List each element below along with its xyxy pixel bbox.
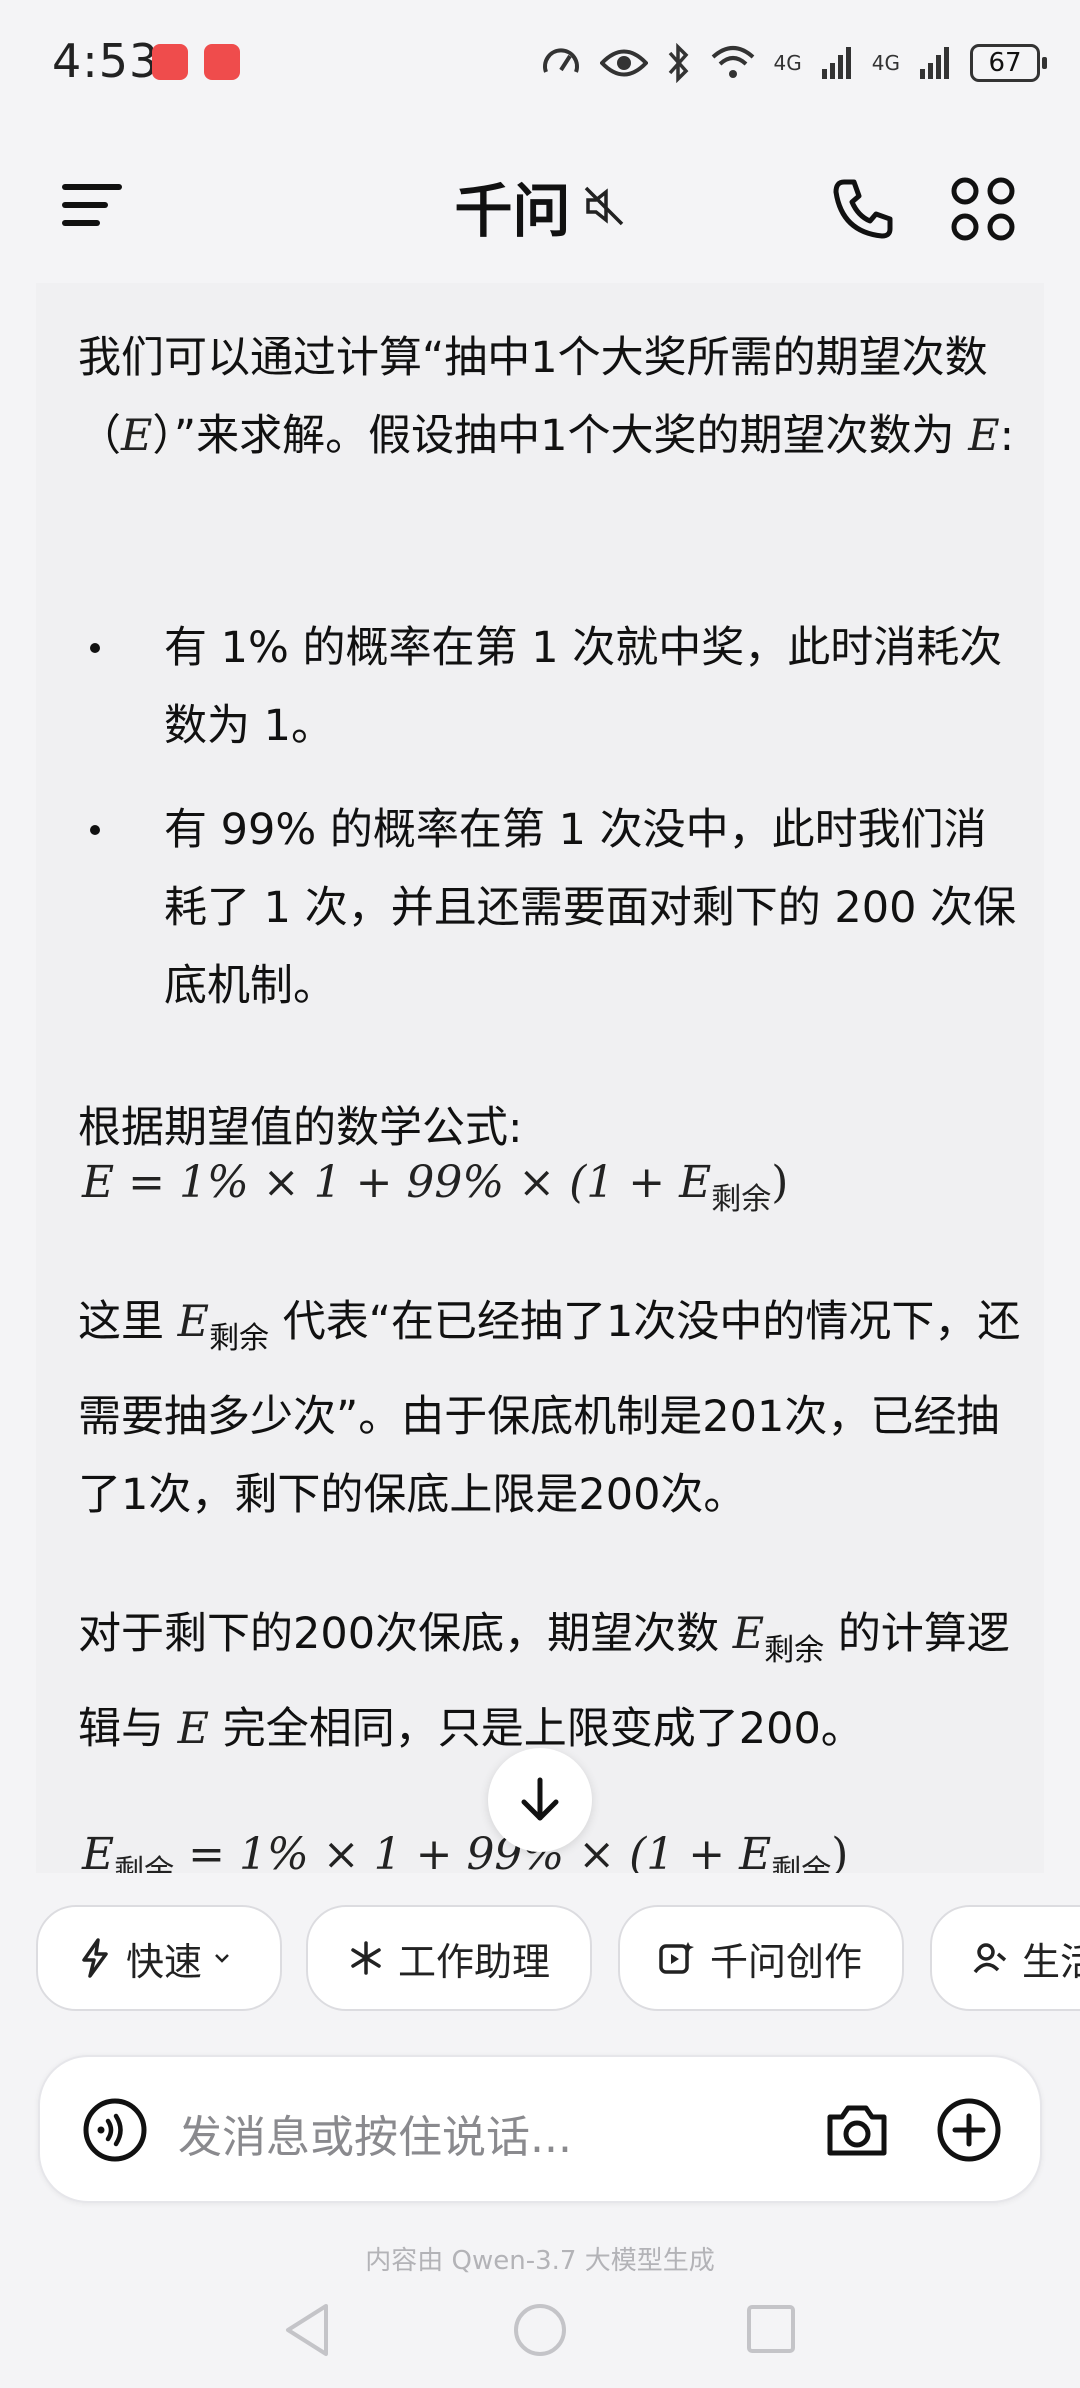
home-nav-icon[interactable] <box>510 2300 570 2360</box>
signal-icon-2 <box>920 47 949 79</box>
speed-icon <box>542 48 579 73</box>
list-item: 有 99% 的概率在第 1 次没中，此时我们消耗了 1 次，并且还需要面对剩下的… <box>78 791 1028 1025</box>
chip-label: 工作助理 <box>398 1939 551 1984</box>
math-var: E <box>968 411 1000 461</box>
math-var: E <box>732 1609 765 1659</box>
bullet-text: 有 1% 的概率在第 1 次就中奖，此时消耗次数为 1。 <box>164 623 1003 751</box>
camera-button[interactable] <box>822 2095 892 2165</box>
p4-start: 对于剩下的200次保底，期望次数 <box>78 1609 720 1659</box>
mute-icon[interactable] <box>582 184 626 228</box>
title-wrap: 千问 <box>0 164 1080 248</box>
status-icons: 4G 4G 67 <box>540 38 1047 88</box>
network-label-2: 4G <box>871 51 900 75</box>
status-time: 4:53 <box>52 34 160 88</box>
formula-2: E剩余 = 1% × 1 + 99% × (1 + E剩余) <box>82 1829 848 1873</box>
chat-message: 我们可以通过计算“抽中1个大奖所需的期望次数（E）”来求解。假设抽中1个大奖的期… <box>36 283 1044 1873</box>
scroll-down-button[interactable] <box>488 1748 592 1852</box>
formula-1-text: E = 1% × 1 + 99% × (1 + E <box>82 1157 712 1208</box>
chip-fast[interactable]: 快速 <box>36 1905 282 2011</box>
paragraph-1: 我们可以通过计算“抽中1个大奖所需的期望次数（E）”来求解。假设抽中1个大奖的期… <box>78 319 1038 475</box>
phone-icon <box>833 179 893 239</box>
formula-close: ) <box>771 1157 789 1208</box>
battery-level: 67 <box>988 48 1022 78</box>
chip-label: 快速 <box>126 1939 203 1984</box>
create-icon <box>659 1942 694 1974</box>
ai-disclaimer: 内容由 Qwen-3.7 大模型生成 <box>365 2246 715 2276</box>
back-nav-icon[interactable] <box>282 2302 332 2358</box>
p3-start: 这里 <box>78 1297 164 1347</box>
formula-2-var: E <box>82 1829 115 1873</box>
chevron-down-icon <box>215 1954 229 1963</box>
voice-button[interactable] <box>82 2097 148 2163</box>
eye-icon <box>599 49 648 77</box>
bullet-dot <box>90 643 100 653</box>
formula-sub: 剩余 <box>114 1854 175 1873</box>
chip-work-assistant[interactable]: 工作助理 <box>306 1905 592 2011</box>
formula-1: E = 1% × 1 + 99% × (1 + E剩余) <box>82 1157 788 1218</box>
recent-apps-nav-icon[interactable] <box>744 2302 798 2356</box>
huawei-app-icon <box>152 44 188 80</box>
lightning-icon <box>82 1938 108 1978</box>
battery-indicator: 67 <box>970 44 1047 82</box>
add-button[interactable] <box>934 2095 1004 2165</box>
p4-end: 完全相同，只是上限变成了200。 <box>222 1704 864 1754</box>
chip-qianwen-create[interactable]: 千问创作 <box>618 1905 904 2011</box>
network-label-1: 4G <box>773 51 802 75</box>
call-button[interactable] <box>828 174 898 244</box>
chip-label: 生活 <box>1022 1939 1080 1984</box>
bullet-text: 有 99% 的概率在第 1 次没中，此时我们消耗了 1 次，并且还需要面对剩下的… <box>164 805 1017 1011</box>
math-sub: 剩余 <box>209 1321 270 1356</box>
quick-chips: 快速 工作助理 千问创作 生活 <box>0 1905 1080 2015</box>
colon: : <box>999 411 1015 461</box>
formula-intro: 根据期望值的数学公式: <box>78 1103 523 1153</box>
apps-button[interactable] <box>948 174 1018 244</box>
list-item: 有 1% 的概率在第 1 次就中奖，此时消耗次数为 1。 <box>78 609 1028 765</box>
math-var: E <box>177 1704 210 1754</box>
message-input-bar: 发消息或按住说话... <box>38 2055 1042 2203</box>
math-var: E <box>121 411 153 461</box>
formula-2-text: = 1% × 1 + 99% × (1 + E <box>174 1829 772 1873</box>
system-nav-bar <box>0 2290 1080 2380</box>
app-header: 千问 <box>0 150 1080 260</box>
app-title: 千问 <box>454 177 571 245</box>
arrow-down-icon <box>521 1777 559 1821</box>
paragraph-4: 对于剩下的200次保底，期望次数 E剩余 的计算逻辑与 E 完全相同，只是上限变… <box>78 1595 1038 1768</box>
math-sub: 剩余 <box>764 1633 825 1668</box>
math-var: E <box>177 1297 210 1347</box>
bullet-dot <box>90 825 100 835</box>
status-bar: 4:53 4G 4G 67 <box>0 0 1080 130</box>
life-icon <box>973 1943 1007 1974</box>
formula-sub: 剩余 <box>711 1182 772 1217</box>
formula-close: ) <box>831 1829 849 1873</box>
grid-icon <box>951 177 1015 241</box>
huawei-app-icon-2 <box>204 44 240 80</box>
plus-circle-icon <box>937 2098 1001 2162</box>
paragraph-3: 这里 E剩余 代表“在已经抽了1次没中的情况下，还需要抽多少次”。由于保底机制是… <box>78 1283 1038 1534</box>
chip-label: 千问创作 <box>710 1939 863 1984</box>
signal-icon <box>821 47 851 79</box>
sparkle-icon <box>351 1941 381 1975</box>
formula-sub: 剩余 <box>771 1854 832 1873</box>
chip-life[interactable]: 生活 <box>930 1905 1080 2011</box>
bluetooth-icon <box>668 43 688 83</box>
paragraph-1-text-2: ）”来求解。假设抽中1个大奖的期望次数为 <box>152 411 955 461</box>
voice-icon <box>83 2098 147 2162</box>
wifi-icon <box>711 46 754 78</box>
camera-icon <box>827 2105 887 2156</box>
message-input[interactable]: 发消息或按住说话... <box>178 2101 572 2165</box>
